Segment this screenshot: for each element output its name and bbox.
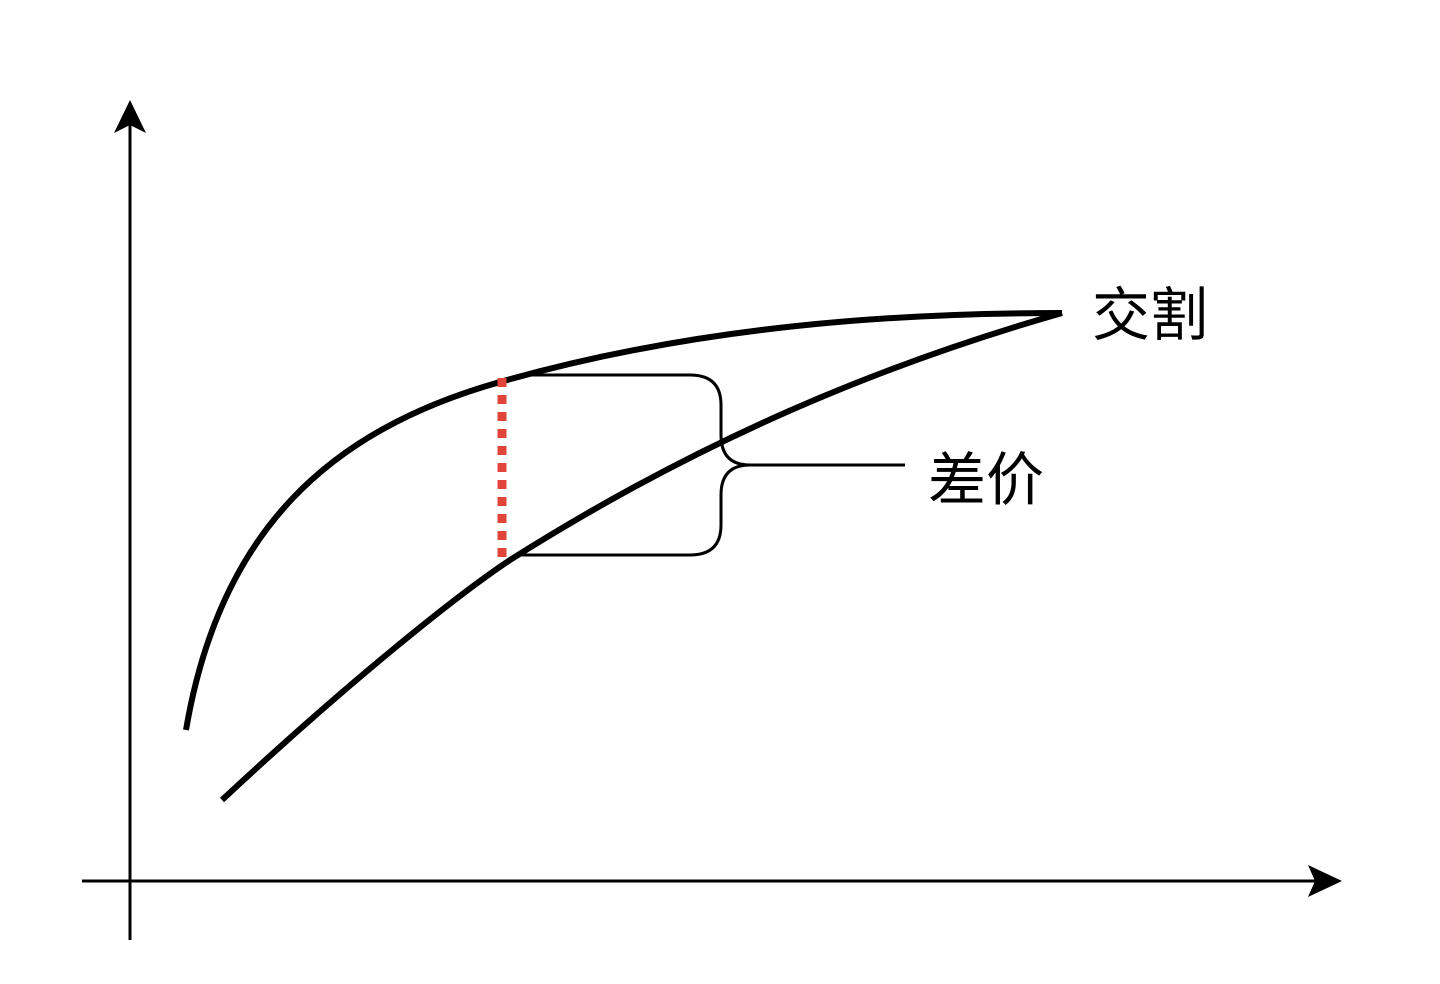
delivery-label: 交割 <box>1092 281 1208 349</box>
futures-spot-convergence-diagram: 交割 差价 <box>82 100 1342 940</box>
spread-label: 差价 <box>928 446 1044 514</box>
x-axis <box>82 865 1342 897</box>
spread-brace <box>522 373 905 557</box>
y-axis <box>114 100 146 940</box>
